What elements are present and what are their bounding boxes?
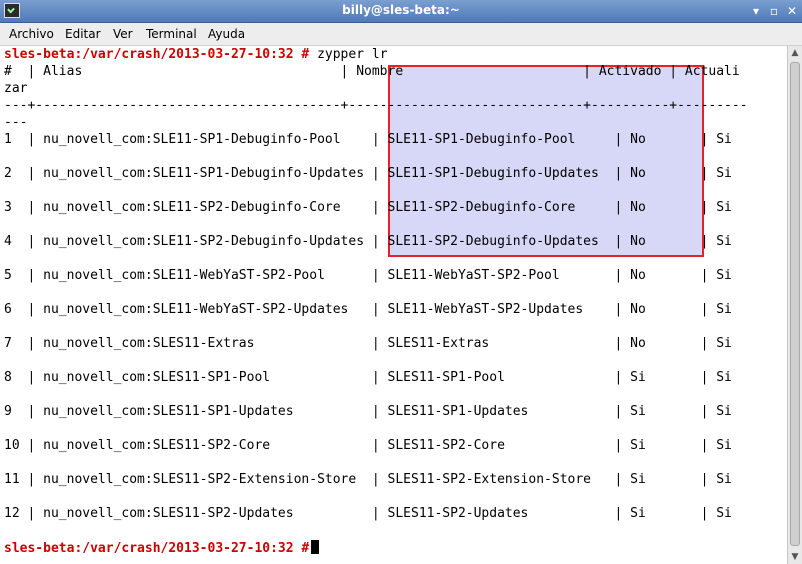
vertical-scrollbar[interactable]: ▲ ▼ [787, 46, 802, 564]
text-cursor [311, 540, 320, 554]
shell-prompt-final: sles-beta:/var/crash/2013-03-27-10:32 # [4, 541, 310, 556]
table-row: 11 | nu_novell_com:SLES11-SP2-Extension-… [4, 472, 732, 487]
table-row: 2 | nu_novell_com:SLE11-SP1-Debuginfo-Up… [4, 166, 732, 181]
command-text: zypper lr [309, 47, 388, 62]
menu-terminal[interactable]: Terminal [146, 27, 197, 41]
close-icon[interactable]: ✕ [784, 3, 800, 19]
menu-bar: Archivo Editar Ver Terminal Ayuda [0, 23, 802, 46]
table-separator-wrap: --- [4, 115, 28, 130]
minimize-icon[interactable]: ▾ [748, 3, 764, 19]
window-titlebar[interactable]: billy@sles-beta:~ ▾ ▫ ✕ [0, 0, 802, 23]
menu-ayuda[interactable]: Ayuda [208, 27, 245, 41]
menu-archivo[interactable]: Archivo [9, 27, 54, 41]
shell-prompt: sles-beta:/var/crash/2013-03-27-10:32 # [4, 47, 310, 62]
table-row: 3 | nu_novell_com:SLE11-SP2-Debuginfo-Co… [4, 200, 732, 215]
table-row: 7 | nu_novell_com:SLES11-Extras | SLES11… [4, 336, 732, 351]
final-prompt-line: sles-beta:/var/crash/2013-03-27-10:32 # [4, 540, 320, 557]
scroll-down-arrow-icon[interactable]: ▼ [788, 550, 802, 564]
table-row: 5 | nu_novell_com:SLE11-WebYaST-SP2-Pool… [4, 268, 732, 283]
table-row: 9 | nu_novell_com:SLES11-SP1-Updates | S… [4, 404, 732, 419]
table-row: 10 | nu_novell_com:SLES11-SP2-Core | SLE… [4, 438, 732, 453]
table-header-wrap: zar [4, 81, 28, 96]
scroll-up-arrow-icon[interactable]: ▲ [788, 46, 802, 60]
table-row: 1 | nu_novell_com:SLE11-SP1-Debuginfo-Po… [4, 132, 732, 147]
maximize-icon[interactable]: ▫ [766, 3, 782, 19]
highlight-box [388, 65, 704, 257]
window-title: billy@sles-beta:~ [342, 3, 460, 17]
table-row: 12 | nu_novell_com:SLES11-SP2-Updates | … [4, 506, 732, 521]
menu-ver[interactable]: Ver [113, 27, 133, 41]
table-row: 4 | nu_novell_com:SLE11-SP2-Debuginfo-Up… [4, 234, 732, 249]
table-separator: ---+------------------------------------… [4, 98, 748, 113]
command-line: sles-beta:/var/crash/2013-03-27-10:32 # … [4, 47, 388, 63]
scrollbar-thumb[interactable] [790, 62, 800, 546]
table-row: 6 | nu_novell_com:SLE11-WebYaST-SP2-Upda… [4, 302, 732, 317]
menu-editar[interactable]: Editar [65, 27, 101, 41]
table-row: 8 | nu_novell_com:SLES11-SP1-Pool | SLES… [4, 370, 732, 385]
table-header: # | Alias | Nombre | Activado | Actuali [4, 64, 740, 79]
